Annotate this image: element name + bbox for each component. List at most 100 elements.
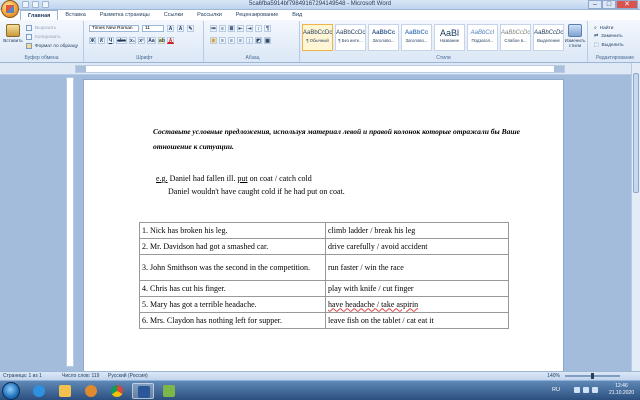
clear-format-icon[interactable]: ✎: [187, 25, 194, 32]
taskbar-word[interactable]: [132, 383, 154, 399]
tab-page-layout[interactable]: Разметка страницы: [93, 10, 157, 20]
grow-font-icon[interactable]: A: [167, 25, 174, 32]
multilevel-list-icon[interactable]: ≣: [228, 25, 235, 32]
table-cell-hint[interactable]: leave fish on the tablet / cat eat it: [325, 312, 509, 329]
replace-button[interactable]: ⇄ Заменить: [594, 34, 623, 39]
style-name: Название: [439, 38, 460, 43]
tab-view[interactable]: Вид: [285, 10, 309, 20]
zoom-slider[interactable]: [565, 373, 620, 379]
arrow-up-icon[interactable]: [574, 387, 580, 393]
style-emphasis[interactable]: AaBbCcDc Выделение: [533, 24, 564, 51]
tab-references[interactable]: Ссылки: [157, 10, 190, 20]
table-cell-situation[interactable]: 6. Mrs. Claydon has nothing left for sup…: [139, 312, 326, 329]
subscript-button[interactable]: x₂: [129, 37, 136, 44]
style-sample: AaBbCcDc: [303, 30, 332, 36]
taskbar-explorer[interactable]: [54, 383, 76, 399]
maximize-button[interactable]: □: [602, 0, 616, 9]
style-subtitle[interactable]: AaBbCcI Подзагол...: [467, 24, 498, 51]
underline-button[interactable]: Ч: [107, 37, 114, 44]
page-count[interactable]: Страница: 1 из 1: [3, 373, 42, 379]
tab-review[interactable]: Рецензирование: [229, 10, 285, 20]
copy-button[interactable]: Копировать: [26, 34, 61, 40]
tab-home[interactable]: Главная: [20, 10, 59, 20]
increase-indent-icon[interactable]: ⇥: [246, 25, 253, 32]
app-icon: [163, 385, 175, 397]
table-cell-hint[interactable]: drive carefully / avoid accident: [325, 238, 509, 255]
clock[interactable]: 12:46 21.10.2020: [609, 383, 634, 397]
left-margin-marker[interactable]: [76, 66, 86, 72]
style-name: Слабое в...: [504, 38, 527, 43]
font-name-combo[interactable]: Times New Roman: [89, 25, 139, 32]
font-size-combo[interactable]: 11: [142, 25, 164, 32]
shrink-font-icon[interactable]: A: [177, 25, 184, 32]
align-left-icon[interactable]: ≡: [210, 37, 217, 44]
table-cell-situation[interactable]: 5. Mary has got a terrible headache.: [139, 296, 326, 313]
line-spacing-icon[interactable]: ↨: [246, 37, 253, 44]
taskbar-chrome[interactable]: [106, 383, 128, 399]
italic-button[interactable]: К: [98, 37, 105, 44]
table-cell-hint[interactable]: climb ladder / break his leg: [325, 222, 509, 239]
style-normal[interactable]: AaBbCcDc ¶ Обычный: [302, 24, 333, 51]
network-icon[interactable]: [583, 387, 589, 393]
zoom-level[interactable]: 140%: [547, 373, 560, 379]
scrollbar-thumb[interactable]: [633, 73, 639, 193]
table-cell-hint[interactable]: have headache / take aspirin: [325, 296, 509, 313]
office-button[interactable]: [1, 0, 19, 18]
borders-icon[interactable]: ▦: [264, 37, 271, 44]
close-button[interactable]: ✕: [616, 0, 638, 9]
style-subtle-emphasis[interactable]: AaBbCcDc Слабое в...: [500, 24, 531, 51]
taskbar-media[interactable]: [80, 383, 102, 399]
language-indicator[interactable]: Русский (Россия): [108, 373, 148, 379]
right-margin-marker[interactable]: [554, 66, 564, 72]
horizontal-ruler[interactable]: [75, 65, 565, 73]
cut-button[interactable]: Вырезать: [26, 25, 56, 31]
volume-icon[interactable]: [592, 387, 598, 393]
style-title[interactable]: AaBl Название: [434, 24, 465, 51]
format-painter-button[interactable]: Формат по образцу: [26, 43, 78, 49]
change-case-button[interactable]: Aa: [147, 37, 156, 44]
table-row: 1. Nick has broken his leg. climb ladder…: [139, 222, 509, 239]
tab-mailings[interactable]: Рассылки: [190, 10, 229, 20]
highlight-button[interactable]: ab: [158, 37, 165, 44]
taskbar-ie[interactable]: [28, 383, 50, 399]
style-no-spacing[interactable]: AaBbCcDc ¶ Без инте...: [335, 24, 366, 51]
vertical-scrollbar[interactable]: [631, 63, 640, 371]
numbering-icon[interactable]: ≡: [219, 25, 226, 32]
word-count[interactable]: Число слов: 119: [62, 373, 99, 379]
table-cell-hint[interactable]: run faster / win the race: [325, 254, 509, 281]
binoculars-icon: ⌕: [594, 26, 597, 31]
tab-insert[interactable]: Вставка: [58, 10, 92, 20]
brush-icon: [26, 43, 32, 49]
paste-button[interactable]: Вставить: [3, 24, 23, 43]
shading-icon[interactable]: ◩: [255, 37, 262, 44]
select-button[interactable]: ⬚ Выделить: [594, 43, 624, 48]
align-center-icon[interactable]: ≡: [219, 37, 226, 44]
style-heading-1[interactable]: AaBbCc Заголово...: [368, 24, 399, 51]
align-right-icon[interactable]: ≡: [228, 37, 235, 44]
font-color-button[interactable]: A: [167, 37, 174, 44]
table-cell-situation[interactable]: 3. John Smithson was the second in the c…: [139, 254, 326, 281]
format-painter-label: Формат по образцу: [35, 43, 79, 49]
editing-group-label: Редактирование: [595, 55, 635, 61]
table-cell-situation[interactable]: 2. Mr. Davidson had got a smashed car.: [139, 238, 326, 255]
minimize-button[interactable]: –: [588, 0, 602, 9]
show-marks-icon[interactable]: ¶: [264, 25, 271, 32]
table-row: 3. John Smithson was the second in the c…: [139, 254, 509, 281]
justify-icon[interactable]: ≡: [237, 37, 244, 44]
table-cell-situation[interactable]: 1. Nick has broken his leg.: [139, 222, 326, 239]
superscript-button[interactable]: x²: [138, 37, 145, 44]
table-cell-hint[interactable]: play with knife / cut finger: [325, 280, 509, 297]
find-button[interactable]: ⌕ Найти: [594, 25, 613, 32]
change-styles-button[interactable]: Изменить стили: [563, 24, 587, 48]
sort-icon[interactable]: ↕: [255, 25, 262, 32]
strikethrough-button[interactable]: abc: [116, 37, 127, 44]
document-page[interactable]: Составьте условные предложения, использу…: [83, 79, 564, 379]
decrease-indent-icon[interactable]: ⇤: [237, 25, 244, 32]
start-button[interactable]: [2, 382, 20, 400]
table-cell-situation[interactable]: 4. Chris has cut his finger.: [139, 280, 326, 297]
bullets-icon[interactable]: ≔: [210, 25, 217, 32]
language-switcher[interactable]: RU: [552, 387, 560, 393]
bold-button[interactable]: Ж: [89, 37, 96, 44]
taskbar-app[interactable]: [158, 383, 180, 399]
style-heading-2[interactable]: AaBbCc Заголово...: [401, 24, 432, 51]
